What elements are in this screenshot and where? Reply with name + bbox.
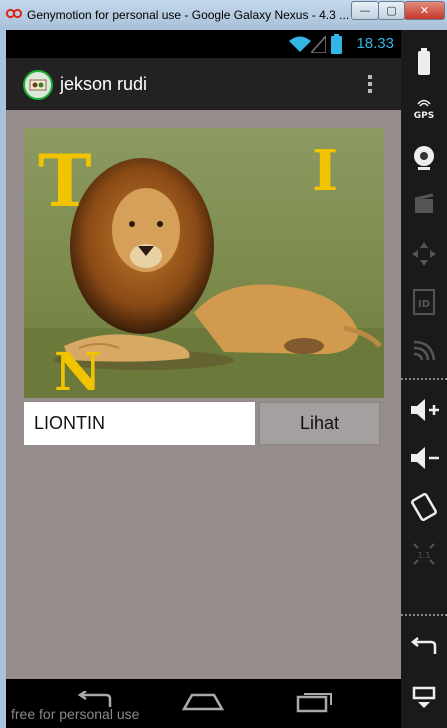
- sidebar-back-icon[interactable]: [401, 628, 447, 668]
- battery-icon: [331, 34, 342, 54]
- answer-input[interactable]: [24, 402, 255, 445]
- device-id-label: ID: [418, 299, 430, 310]
- app-icon[interactable]: [23, 70, 53, 100]
- content-area: T I N Lihat: [6, 110, 401, 679]
- dpad-icon[interactable]: [401, 234, 447, 274]
- window-titlebar[interactable]: Genymotion for personal use - Google Gal…: [0, 0, 447, 30]
- window-title: Genymotion for personal use - Google Gal…: [27, 8, 350, 22]
- status-time: 18.33: [356, 35, 394, 52]
- overflow-menu-icon[interactable]: [365, 72, 375, 98]
- lion-photo: T I N: [24, 128, 384, 398]
- minimize-button[interactable]: —: [351, 1, 379, 20]
- sidebar-divider-2: [401, 614, 447, 616]
- volume-down-icon[interactable]: [401, 438, 447, 478]
- letter-i: I: [312, 138, 338, 204]
- webcam-icon[interactable]: [401, 138, 447, 178]
- letter-n: N: [54, 342, 102, 398]
- lihat-button[interactable]: Lihat: [259, 402, 380, 445]
- scale-icon[interactable]: 1:1: [401, 534, 447, 574]
- maximize-button[interactable]: ▢: [378, 1, 405, 20]
- emulator-window: Genymotion for personal use - Google Gal…: [0, 0, 447, 728]
- status-bar: 18.33: [6, 30, 401, 58]
- genymotion-logo-icon: [6, 8, 22, 19]
- close-button[interactable]: ✕: [404, 1, 445, 20]
- volume-up-icon[interactable]: [401, 390, 447, 430]
- recent-apps-icon[interactable]: [296, 689, 334, 713]
- screencast-icon[interactable]: [401, 186, 447, 226]
- emulator-sidebar: GPS ID 1:1: [401, 30, 447, 728]
- wifi-icon: [289, 36, 311, 52]
- battery-sidebar-icon[interactable]: [401, 44, 447, 84]
- home-icon[interactable]: [182, 693, 224, 711]
- sidebar-menu-icon[interactable]: [401, 676, 447, 716]
- device-id-icon[interactable]: ID: [401, 282, 447, 322]
- gps-icon[interactable]: GPS: [401, 90, 447, 130]
- sidebar-divider: [401, 378, 447, 380]
- app-logo-icon: [29, 79, 47, 91]
- watermark-text: free for personal use: [11, 706, 140, 722]
- remote-control-icon[interactable]: [401, 330, 447, 370]
- rotate-icon[interactable]: [401, 486, 447, 526]
- android-screen: 18.33 jekson rudi T I N LIONTIN Lihat fr…: [6, 30, 401, 728]
- scale-label: 1:1: [418, 551, 431, 560]
- cell-signal-icon: [311, 36, 326, 53]
- app-title: jekson rudi: [60, 74, 148, 94]
- letter-t: T: [38, 138, 92, 223]
- action-bar: jekson rudi: [6, 58, 401, 110]
- gps-label: GPS: [414, 111, 434, 121]
